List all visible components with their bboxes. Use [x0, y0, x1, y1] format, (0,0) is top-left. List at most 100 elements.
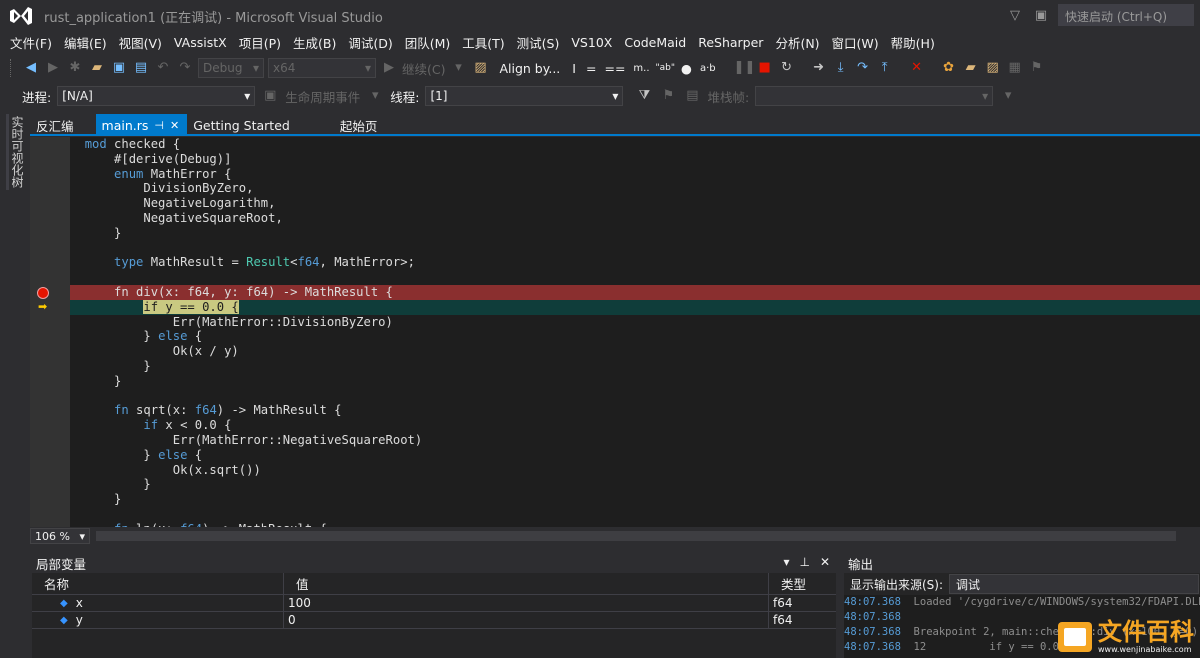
stack-frame-icon[interactable]: ▤ — [683, 87, 701, 105]
open-folder-icon[interactable]: ▰ — [962, 59, 980, 77]
menu-help[interactable]: 帮助(H) — [885, 33, 941, 52]
code-line[interactable] — [70, 241, 1200, 256]
tab-disassembly[interactable]: 反汇编 — [30, 114, 82, 134]
code-line[interactable]: } — [70, 477, 1200, 492]
align-option-7[interactable]: a·b — [700, 63, 716, 74]
table-row[interactable]: ◆ x 100 f64 — [32, 594, 836, 612]
layout-icon[interactable]: ▦ — [1006, 59, 1024, 77]
align-option-4[interactable]: m.. — [633, 63, 649, 74]
menu-file[interactable]: 文件(F) — [4, 33, 58, 52]
find-icon[interactable]: ▨ — [471, 59, 489, 77]
tab-start-page[interactable]: 起始页 — [334, 114, 386, 134]
code-line[interactable]: if x < 0.0 { — [70, 418, 1200, 433]
thread-dropdown[interactable]: [1] ▾ — [425, 86, 624, 106]
process-dropdown[interactable]: [N/A] ▾ — [57, 86, 256, 106]
chevron-down-icon[interactable]: ▾ — [999, 87, 1017, 105]
live-visual-tree-tab[interactable]: 实时可视化树 — [6, 114, 26, 190]
horizontal-scrollbar[interactable] — [96, 531, 1176, 541]
code-line[interactable]: NegativeSquareRoot, — [70, 211, 1200, 226]
config-dropdown[interactable]: Debug ▾ — [198, 58, 264, 78]
undo-icon[interactable]: ↶ — [154, 59, 172, 77]
tools-icon[interactable]: ✿ — [940, 59, 958, 77]
menu-resharper[interactable]: ReSharper — [692, 35, 769, 50]
menu-project[interactable]: 项目(P) — [233, 33, 287, 52]
back-icon[interactable]: ◀ — [22, 59, 40, 77]
flag-threads-icon[interactable]: ⚑ — [659, 87, 677, 105]
close-icon[interactable]: ✕ — [820, 555, 830, 569]
lifecycle-icon[interactable]: ▣ — [261, 87, 279, 105]
menu-vassistx[interactable]: VAssistX — [168, 35, 233, 50]
code-line[interactable]: } — [70, 359, 1200, 374]
align-option-3[interactable]: == — [604, 61, 625, 76]
breakpoints-icon[interactable]: ✕ — [908, 59, 926, 77]
chevron-down-icon[interactable]: ▾ — [783, 555, 789, 569]
menu-team[interactable]: 团队(M) — [399, 33, 457, 52]
code-editor[interactable]: ➡ mod checked { #[derive(Debug)] enum Ma… — [30, 137, 1200, 527]
code-line[interactable] — [70, 389, 1200, 404]
filter-threads-icon[interactable]: ⧩ — [635, 87, 653, 105]
menu-build[interactable]: 生成(B) — [287, 33, 342, 52]
code-area[interactable]: mod checked { #[derive(Debug)] enum Math… — [70, 137, 1200, 527]
restart-icon[interactable]: ↻ — [778, 59, 796, 77]
filter-icon[interactable]: ▽ — [1006, 8, 1024, 23]
code-line[interactable]: Err(MathError::NegativeSquareRoot) — [70, 433, 1200, 448]
code-line[interactable]: mod checked { — [70, 137, 1200, 152]
pin-icon[interactable]: ⊣ — [154, 119, 164, 132]
code-line[interactable] — [70, 507, 1200, 522]
tab-main-rs[interactable]: main.rs ⊣ ✕ — [95, 114, 188, 134]
menu-view[interactable]: 视图(V) — [113, 33, 168, 52]
breakpoint-icon[interactable] — [37, 286, 49, 299]
pin-icon[interactable]: ⊥ — [799, 555, 809, 569]
code-line[interactable]: type MathResult = Result<f64, MathError>… — [70, 255, 1200, 270]
align-by-button[interactable]: Align by... — [499, 61, 560, 76]
breakpoint-margin[interactable]: ➡ — [30, 137, 70, 527]
redo-icon[interactable]: ↷ — [176, 59, 194, 77]
menu-analyze[interactable]: 分析(N) — [769, 33, 825, 52]
quick-launch-input[interactable]: 快速启动 (Ctrl+Q) — [1058, 4, 1194, 26]
chevron-down-icon[interactable]: ▾ — [366, 87, 384, 105]
code-line[interactable]: #[derive(Debug)] — [70, 152, 1200, 167]
platform-dropdown[interactable]: x64 ▾ — [268, 58, 376, 78]
step-into-icon[interactable]: ⤓ — [832, 59, 850, 77]
open-file-icon[interactable]: ▰ — [88, 59, 106, 77]
code-line[interactable]: Err(MathError::DivisionByZero) — [70, 315, 1200, 330]
align-option-6[interactable]: ● — [681, 61, 692, 76]
code-line[interactable]: } else { — [70, 448, 1200, 463]
chevron-down-icon[interactable]: ▾ — [449, 59, 467, 77]
code-line[interactable] — [70, 270, 1200, 285]
code-line[interactable]: Ok(x.sqrt()) — [70, 463, 1200, 478]
code-line[interactable]: NegativeLogarithm, — [70, 196, 1200, 211]
pause-icon[interactable]: ❚❚ — [734, 59, 756, 77]
lifecycle-events-button[interactable]: 生命周期事件 — [285, 87, 360, 106]
code-line[interactable]: } — [70, 374, 1200, 389]
show-next-statement-icon[interactable]: ➜ — [810, 59, 828, 77]
code-line[interactable]: enum MathError { — [70, 167, 1200, 182]
tab-getting-started[interactable]: Getting Started — [187, 114, 298, 134]
new-project-icon[interactable]: ✱ — [66, 59, 84, 77]
toolbar-grip[interactable] — [10, 59, 14, 77]
feedback-icon[interactable]: ▣ — [1032, 8, 1050, 23]
column-type[interactable]: 类型 — [769, 573, 836, 595]
menu-debug[interactable]: 调试(D) — [342, 33, 398, 52]
align-option-5[interactable]: "ab" — [656, 63, 676, 73]
menu-vs10x[interactable]: VS10X — [565, 35, 618, 50]
align-option-2[interactable]: = — [586, 61, 596, 76]
bookmark-icon[interactable]: ⚑ — [1028, 59, 1046, 77]
column-value[interactable]: 值 — [284, 572, 769, 595]
code-line[interactable]: fn div(x: f64, y: f64) -> MathResult { — [70, 284, 1200, 300]
find-in-files-icon[interactable]: ▨ — [984, 59, 1002, 77]
step-out-icon[interactable]: ⤒ — [876, 59, 894, 77]
save-icon[interactable]: ▣ — [110, 59, 128, 77]
table-row[interactable]: ◆ y 0 f64 — [32, 611, 836, 629]
code-line[interactable]: if y == 0.0 { — [70, 299, 1200, 315]
zoom-dropdown[interactable]: 106 % ▾ — [30, 528, 90, 544]
close-icon[interactable]: ✕ — [170, 119, 179, 132]
output-source-dropdown[interactable]: 调试 — [949, 574, 1200, 594]
menu-tools[interactable]: 工具(T) — [456, 33, 510, 52]
var-value[interactable]: 100 — [288, 596, 311, 610]
code-line[interactable]: } — [70, 492, 1200, 507]
stack-frame-dropdown[interactable]: ▾ — [755, 86, 994, 106]
code-line[interactable]: Ok(x / y) — [70, 344, 1200, 359]
column-name[interactable]: 名称 — [32, 572, 284, 595]
stop-icon[interactable]: ■ — [756, 59, 774, 77]
